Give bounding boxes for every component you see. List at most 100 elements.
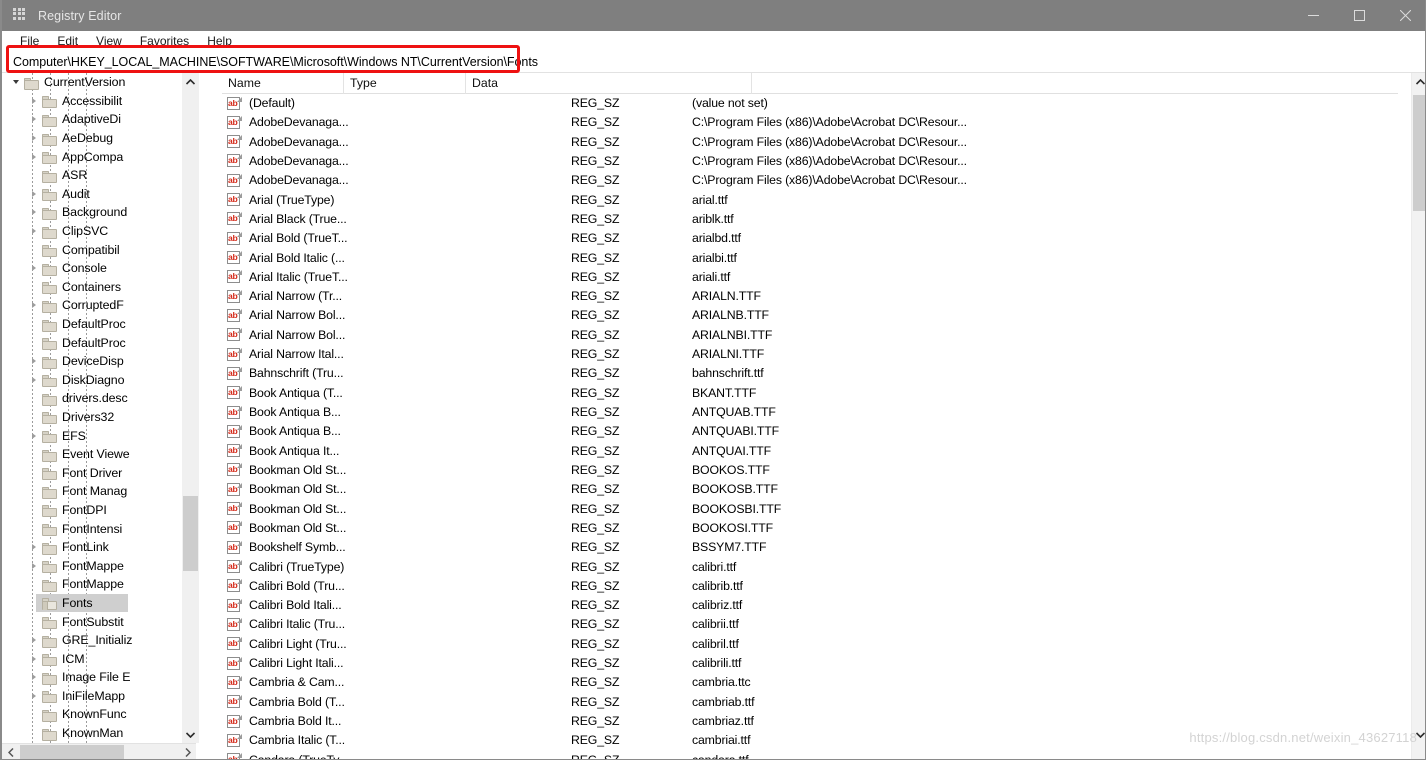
table-row[interactable]: ab Arial Narrow (Tr... REG_SZ ARIALN.TTF	[222, 287, 1398, 306]
table-row[interactable]: ab Arial Bold (TrueT... REG_SZ arialbd.ttf	[222, 229, 1398, 248]
table-row[interactable]: ab Arial (TrueType) REG_SZ arial.ttf	[222, 191, 1398, 210]
tree-node-console[interactable]: Console	[2, 259, 196, 278]
chevron-right-icon[interactable]	[26, 631, 42, 649]
menu-edit[interactable]: Edit	[48, 31, 87, 51]
table-row[interactable]: ab Cambria Bold It... REG_SZ cambriaz.ttf	[222, 712, 1398, 731]
chevron-right-icon[interactable]	[26, 352, 42, 370]
table-row[interactable]: ab Calibri Bold Itali... REG_SZ calibriz.tt…	[222, 596, 1398, 615]
tree-node-asr[interactable]: ASR	[2, 166, 196, 185]
tree-node-inifilemapp[interactable]: IniFileMapp	[2, 687, 196, 706]
tree-node-efs[interactable]: EFS	[2, 426, 196, 445]
tree-node-clipsvc[interactable]: ClipSVC	[2, 222, 196, 241]
close-icon[interactable]	[1382, 0, 1425, 31]
menu-view[interactable]: View	[87, 31, 131, 51]
tree-node-currentversion[interactable]: CurrentVersion	[2, 73, 196, 92]
table-row[interactable]: ab Arial Black (True... REG_SZ ariblk.ttf	[222, 210, 1398, 229]
column-header-type[interactable]: Type	[344, 73, 466, 94]
table-row[interactable]: ab Cambria Italic (T... REG_SZ cambriai.ttf	[222, 731, 1398, 750]
tree-hscroll-thumb[interactable]	[20, 744, 124, 759]
chevron-right-icon[interactable]	[26, 557, 42, 575]
table-row[interactable]: ab Book Antiqua It... REG_SZ ANTQUAI.TTF	[222, 442, 1398, 461]
tree-hscroll-track[interactable]	[19, 744, 179, 759]
tree-node-defaultproc[interactable]: DefaultProc	[2, 315, 196, 334]
chevron-right-icon[interactable]	[26, 129, 42, 147]
table-row[interactable]: ab Arial Narrow Bol... REG_SZ ARIALNBI.TTF	[222, 326, 1398, 345]
chevron-down-icon[interactable]	[8, 73, 24, 91]
tree-scroll-thumb[interactable]	[183, 496, 198, 571]
table-row[interactable]: ab Bookman Old St... REG_SZ BOOKOS.TTF	[222, 461, 1398, 480]
tree-node-gre-initializ[interactable]: GRE_Initializ	[2, 631, 196, 650]
chevron-left-icon[interactable]	[2, 744, 19, 760]
tree-node-corruptedf[interactable]: CorruptedF	[2, 296, 196, 315]
chevron-up-icon[interactable]	[182, 73, 199, 90]
table-row[interactable]: ab Bookman Old St... REG_SZ BOOKOSBI.TTF	[222, 500, 1398, 519]
table-row[interactable]: ab AdobeDevanaga... REG_SZ C:\Program Files…	[222, 133, 1398, 152]
table-row[interactable]: ab Calibri Bold (Tru... REG_SZ calibrib.ttf	[222, 577, 1398, 596]
tree-node-drivers32[interactable]: Drivers32	[2, 408, 196, 427]
tree-node-font-manag[interactable]: Font Manag	[2, 482, 196, 501]
table-row[interactable]: ab Cambria Bold (T... REG_SZ cambriab.ttf	[222, 693, 1398, 712]
table-row[interactable]: ab Bahnschrift (Tru... REG_SZ bahnschrift.t…	[222, 364, 1398, 383]
table-row[interactable]: ab AdobeDevanaga... REG_SZ C:\Program Files…	[222, 152, 1398, 171]
column-header-name[interactable]: Name	[222, 73, 344, 94]
pane-splitter[interactable]	[210, 73, 222, 759]
table-row[interactable]: ab Book Antiqua B... REG_SZ ANTQUAB.TTF	[222, 403, 1398, 422]
table-row[interactable]: ab Bookman Old St... REG_SZ BOOKOSB.TTF	[222, 480, 1398, 499]
tree-node-font-driver[interactable]: Font Driver	[2, 463, 196, 482]
table-row[interactable]: ab Bookman Old St... REG_SZ BOOKOSI.TTF	[222, 519, 1398, 538]
chevron-down-icon[interactable]	[182, 726, 199, 743]
tree-node-knownfunc[interactable]: KnownFunc	[2, 705, 196, 724]
table-row[interactable]: ab AdobeDevanaga... REG_SZ C:\Program Files…	[222, 113, 1398, 132]
tree-node-diskdiagno[interactable]: DiskDiagno	[2, 371, 196, 390]
tree-node-drivers-desc[interactable]: drivers.desc	[2, 389, 196, 408]
minimize-icon[interactable]	[1290, 0, 1336, 31]
tree-node-audit[interactable]: Audit	[2, 185, 196, 204]
chevron-right-icon[interactable]	[26, 222, 42, 240]
tree-node-compatibil[interactable]: Compatibil	[2, 240, 196, 259]
table-row[interactable]: ab Arial Narrow Ital... REG_SZ ARIALNI.TTF	[222, 345, 1398, 364]
table-row[interactable]: ab Calibri Light Itali... REG_SZ calibrili.…	[222, 654, 1398, 673]
table-row[interactable]: ab Arial Bold Italic (... REG_SZ arialbi.tt…	[222, 249, 1398, 268]
tree-node-fonts[interactable]: Fonts	[2, 593, 196, 613]
tree-node-background[interactable]: Background	[2, 203, 196, 222]
chevron-right-icon[interactable]	[179, 744, 196, 760]
chevron-right-icon[interactable]	[26, 538, 42, 556]
chevron-right-icon[interactable]	[26, 650, 42, 668]
chevron-right-icon[interactable]	[26, 92, 42, 110]
chevron-right-icon[interactable]	[26, 185, 42, 203]
tree-node-aedebug[interactable]: AeDebug	[2, 129, 196, 148]
table-row[interactable]: ab AdobeDevanaga... REG_SZ C:\Program Files…	[222, 171, 1398, 190]
tree-node-containers[interactable]: Containers	[2, 278, 196, 297]
tree-node-fontlink[interactable]: FontLink	[2, 538, 196, 557]
chevron-right-icon[interactable]	[26, 296, 42, 314]
list-vertical-scrollbar[interactable]	[1411, 73, 1425, 759]
tree-node-fontintensi[interactable]: FontIntensi	[2, 519, 196, 538]
tree-horizontal-scrollbar[interactable]	[2, 743, 196, 760]
table-row[interactable]: ab Calibri (TrueType) REG_SZ calibri.ttf	[222, 558, 1398, 577]
tree-node-devicedisp[interactable]: DeviceDisp	[2, 352, 196, 371]
table-row[interactable]: ab Calibri Italic (Tru... REG_SZ calibrii.t…	[222, 615, 1398, 634]
chevron-right-icon[interactable]	[26, 668, 42, 686]
chevron-down-icon[interactable]	[1412, 726, 1425, 743]
table-row[interactable]: ab Candara (TrueTy... REG_SZ candara.ttf	[222, 751, 1398, 759]
chevron-right-icon[interactable]	[26, 371, 42, 389]
tree-node-knownman[interactable]: KnownMan	[2, 724, 196, 743]
table-row[interactable]: ab Book Antiqua B... REG_SZ ANTQUABI.TTF	[222, 422, 1398, 441]
tree-node-appcompa[interactable]: AppCompa	[2, 147, 196, 166]
table-row[interactable]: ab Arial Narrow Bol... REG_SZ ARIALNB.TTF	[222, 306, 1398, 325]
chevron-up-icon[interactable]	[1412, 73, 1425, 90]
chevron-right-icon[interactable]	[26, 110, 42, 128]
table-row[interactable]: ab (Default) REG_SZ (value not set)	[222, 94, 1398, 113]
menu-file[interactable]: File	[11, 31, 48, 51]
table-row[interactable]: ab Bookshelf Symb... REG_SZ BSSYM7.TTF	[222, 538, 1398, 557]
table-row[interactable]: ab Book Antiqua (T... REG_SZ BKANT.TTF	[222, 384, 1398, 403]
chevron-right-icon[interactable]	[26, 203, 42, 221]
tree-node-fontmappe[interactable]: FontMappe	[2, 556, 196, 575]
chevron-right-icon[interactable]	[26, 687, 42, 705]
chevron-right-icon[interactable]	[26, 427, 42, 445]
menu-favorites[interactable]: Favorites	[131, 31, 198, 51]
tree-vertical-scrollbar[interactable]	[182, 73, 199, 743]
tree-node-icm[interactable]: ICM	[2, 649, 196, 668]
tree-node-defaultproc[interactable]: DefaultProc	[2, 333, 196, 352]
tree-node-event-viewe[interactable]: Event Viewe	[2, 445, 196, 464]
